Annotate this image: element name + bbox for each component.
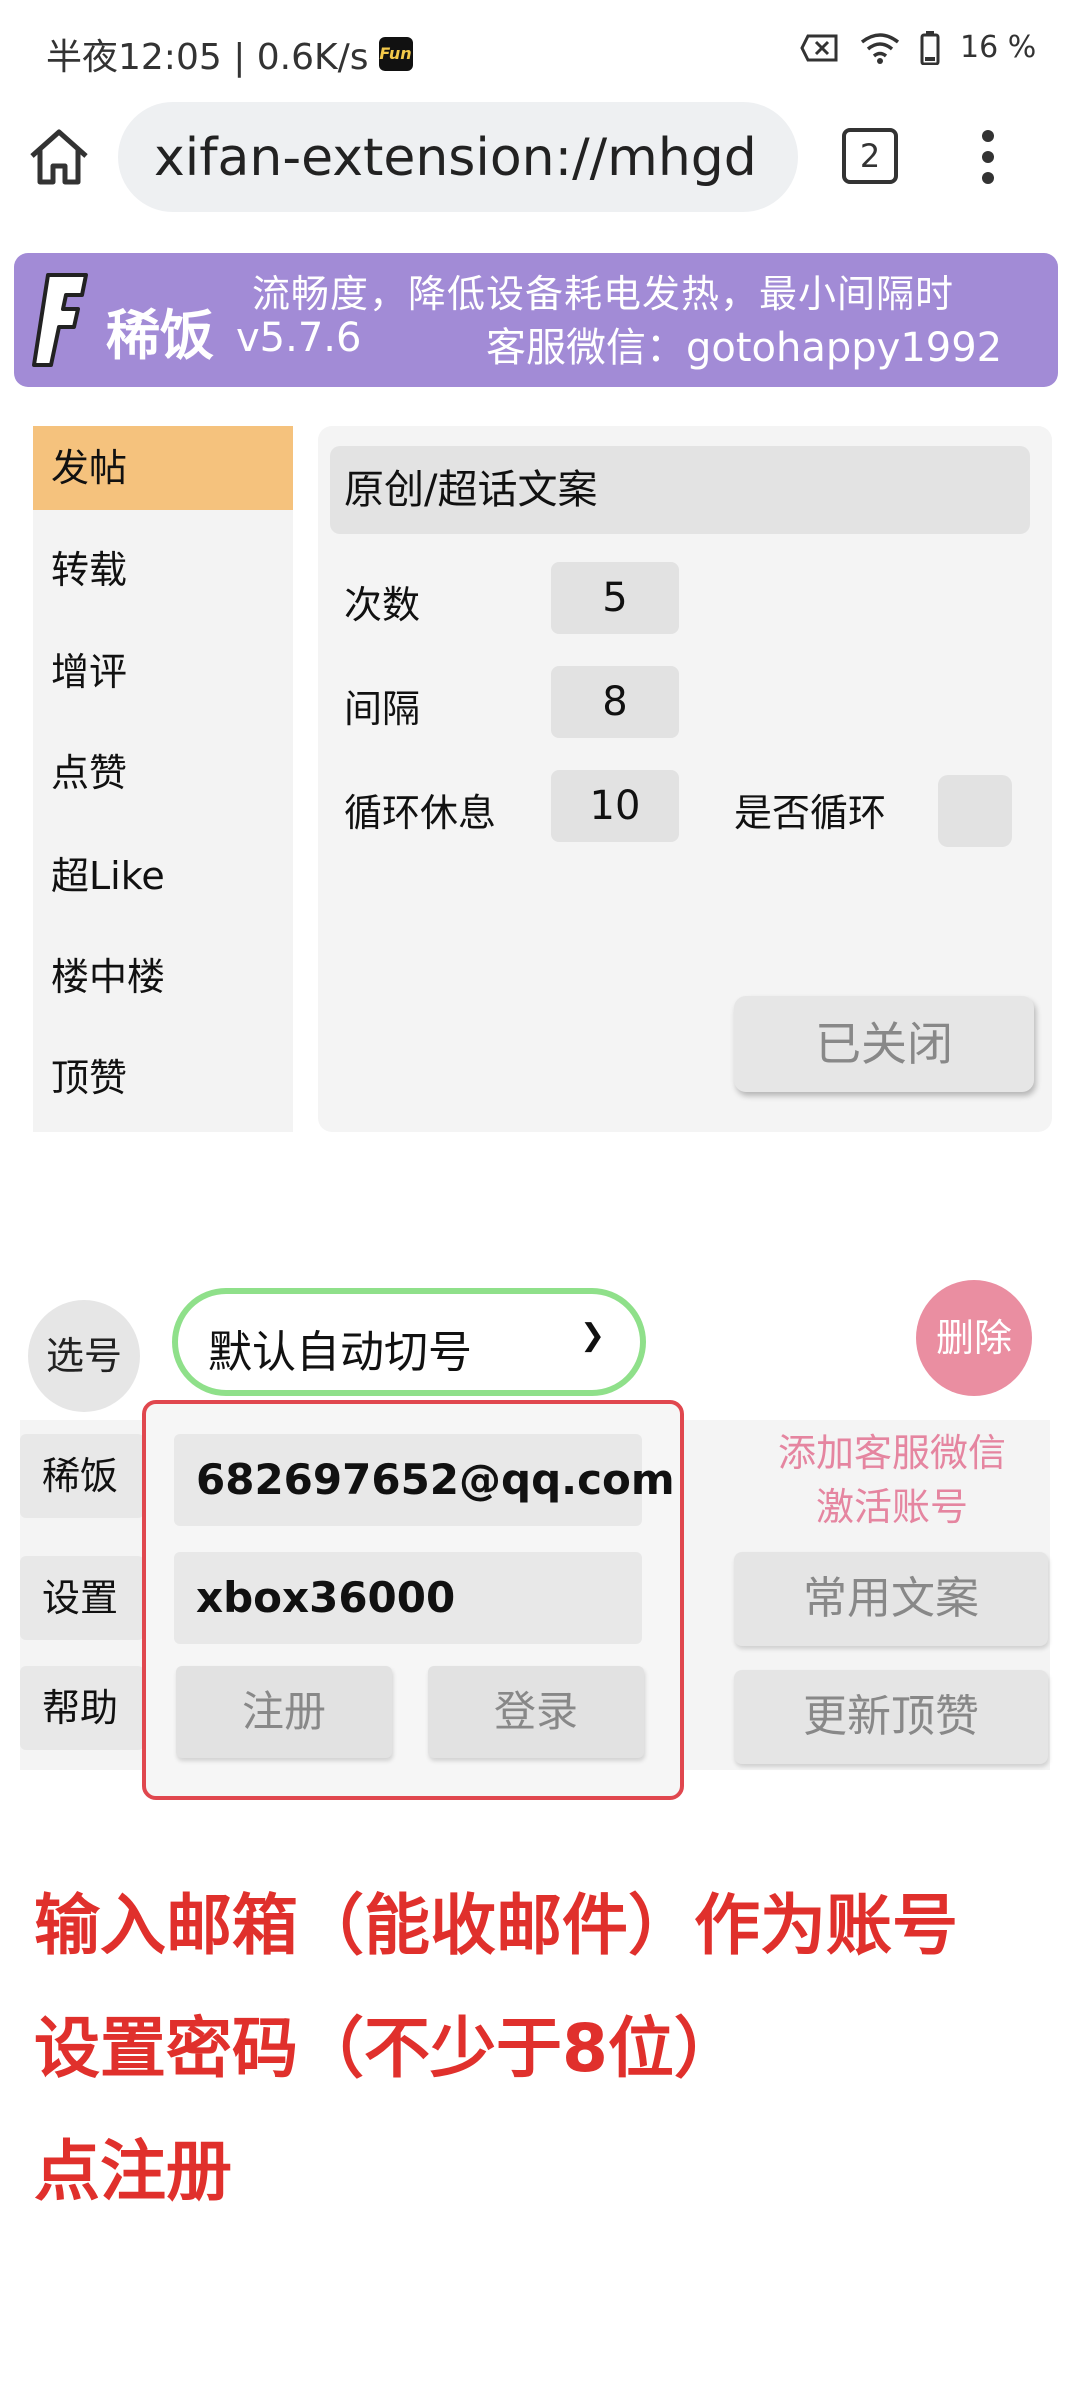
address-bar[interactable]: xifan-extension://mhgd	[118, 102, 798, 212]
logo-f-icon	[32, 273, 88, 367]
fun-app-icon: Fun	[378, 37, 413, 71]
chevron-down-icon: ❯	[580, 1318, 606, 1353]
nav-item-top-like[interactable]: 顶赞	[33, 1036, 293, 1120]
delete-button[interactable]: 删除	[916, 1280, 1032, 1396]
status-left: 半夜12:05 | 0.6K/s Fun	[46, 28, 413, 80]
url-text: xifan-extension://mhgd	[154, 128, 757, 188]
common-text-button[interactable]: 常用文案	[734, 1552, 1048, 1646]
loop-rest-input[interactable]: 10	[551, 770, 679, 842]
select-account-label[interactable]: 选号	[28, 1300, 140, 1412]
nav-item-add-comment[interactable]: 增评	[33, 630, 293, 714]
nav-item-like[interactable]: 点赞	[33, 731, 293, 815]
nav-item-post[interactable]: 发帖	[33, 426, 293, 510]
instruction-line-1: 输入邮箱（能收邮件）作为账号	[34, 1887, 958, 1964]
battery-icon	[920, 30, 940, 65]
email-field[interactable]: 682697652@qq.com	[174, 1434, 675, 1526]
password-field[interactable]: xbox36000	[174, 1552, 642, 1644]
tab-help[interactable]: 帮助	[20, 1666, 144, 1750]
battery-saver-icon	[800, 34, 838, 61]
status-time-speed: 半夜12:05 | 0.6K/s	[46, 37, 369, 78]
loop-rest-label: 循环休息	[344, 791, 497, 835]
interval-label: 间隔	[344, 687, 421, 731]
status-bar: 半夜12:05 | 0.6K/s Fun 16 %	[0, 0, 1072, 100]
scrolling-notice: 流畅度，降低设备耗电发热，最小间隔时	[252, 272, 955, 316]
login-button[interactable]: 登录	[428, 1666, 644, 1758]
update-top-like-button[interactable]: 更新顶赞	[734, 1670, 1048, 1764]
register-button[interactable]: 注册	[176, 1666, 392, 1758]
nav-item-nested-reply[interactable]: 楼中楼	[33, 935, 293, 1019]
instruction-line-3: 点注册	[34, 2133, 232, 2210]
home-icon[interactable]	[24, 122, 94, 192]
status-right: 16 %	[800, 30, 1036, 65]
count-label: 次数	[344, 583, 421, 627]
post-type-select[interactable]: 原创/超话文案	[330, 446, 1030, 534]
account-select[interactable]: 默认自动切号 ❯	[172, 1288, 646, 1396]
tab-xifan[interactable]: 稀饭	[20, 1434, 144, 1518]
version-label: v5.7.6	[236, 315, 362, 361]
loop-checkbox[interactable]	[938, 775, 1012, 847]
count-input[interactable]: 5	[551, 562, 679, 634]
tabs-count-button[interactable]: 2	[842, 128, 898, 184]
tab-settings[interactable]: 设置	[20, 1556, 144, 1640]
wifi-icon	[860, 32, 900, 64]
instruction-line-2: 设置密码（不少于8位）	[34, 2010, 740, 2087]
battery-percent: 16 %	[960, 30, 1037, 65]
loop-toggle-label: 是否循环	[734, 791, 887, 835]
status-toggle-button[interactable]: 已关闭	[734, 996, 1034, 1092]
left-nav: 发帖 转载 增评 点赞 超Like 楼中楼 顶赞	[33, 426, 293, 1132]
service-wechat: 客服微信：gotohappy1992	[486, 325, 1003, 371]
interval-input[interactable]: 8	[551, 666, 679, 738]
account-select-value: 默认自动切号	[208, 1327, 472, 1378]
app-banner: 稀饭 流畅度，降低设备耗电发热，最小间隔时 v5.7.6 客服微信：gotoha…	[14, 253, 1058, 387]
activation-note: 添加客服微信 激活账号	[752, 1426, 1032, 1534]
logo-text: 稀饭	[106, 304, 214, 367]
nav-item-repost[interactable]: 转载	[33, 528, 293, 612]
more-vert-icon[interactable]	[968, 122, 1008, 192]
activation-note-line2: 激活账号	[815, 1485, 968, 1529]
activation-note-line1: 添加客服微信	[777, 1431, 1006, 1475]
nav-item-super-like[interactable]: 超Like	[33, 834, 293, 918]
